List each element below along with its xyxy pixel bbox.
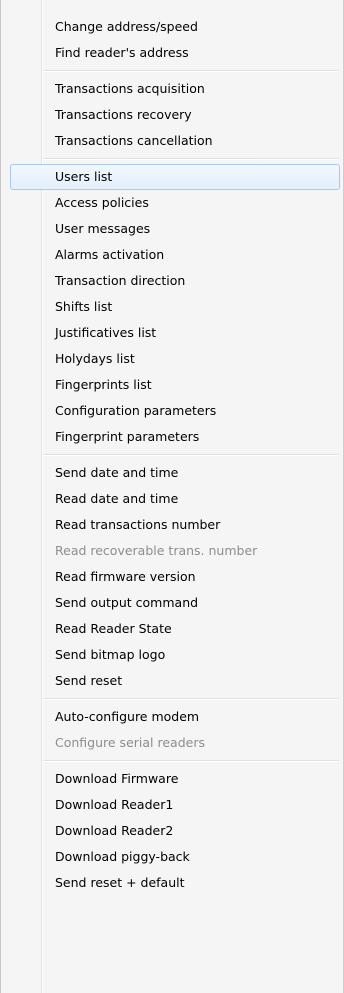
menu-item-send-reset[interactable]: Send reset [1, 668, 343, 694]
context-menu: Change address/speed Find reader's addres… [0, 0, 344, 993]
menu-item-download-firmware[interactable]: Download Firmware [1, 766, 343, 792]
menu-item-send-reset-default[interactable]: Send reset + default [1, 870, 343, 896]
menu-item-fingerprints-list[interactable]: Fingerprints list [1, 372, 343, 398]
menu-item-read-firmware-version[interactable]: Read firmware version [1, 564, 343, 590]
menu-item-transaction-direction[interactable]: Transaction direction [1, 268, 343, 294]
menu-item-read-transactions-number[interactable]: Read transactions number [1, 512, 343, 538]
menu-separator [1, 450, 343, 460]
menu-item-users-list[interactable]: Users list [10, 164, 340, 190]
menu-item-change-address-speed[interactable]: Change address/speed [1, 14, 343, 40]
menu-item-fingerprint-parameters[interactable]: Fingerprint parameters [1, 424, 343, 450]
menu-item-transactions-acquisition[interactable]: Transactions acquisition [1, 76, 343, 102]
menu-separator [1, 154, 343, 164]
menu-item-send-bitmap-logo[interactable]: Send bitmap logo [1, 642, 343, 668]
menu-item-read-recoverable-trans-number: Read recoverable trans. number [55, 543, 258, 558]
menu-item-configuration-parameters[interactable]: Configuration parameters [1, 398, 343, 424]
menu-item-download-reader1[interactable]: Download Reader1 [1, 792, 343, 818]
menu-item-configure-serial-readers: Configure serial readers [55, 735, 205, 750]
menu-item-send-date-and-time[interactable]: Send date and time [1, 460, 343, 486]
menu-item-read-reader-state[interactable]: Read Reader State [1, 616, 343, 642]
menu-item-access-policies[interactable]: Access policies [1, 190, 343, 216]
menu-item-transactions-recovery[interactable]: Transactions recovery [1, 102, 343, 128]
menu-separator [1, 694, 343, 704]
menu-item-download-reader2[interactable]: Download Reader2 [1, 818, 343, 844]
menu-item-transactions-cancellation[interactable]: Transactions cancellation [1, 128, 343, 154]
menu-item-shifts-list[interactable]: Shifts list [1, 294, 343, 320]
menu-item-find-reader-s-address[interactable]: Find reader's address [1, 40, 343, 66]
menu-item-holydays-list[interactable]: Holydays list [1, 346, 343, 372]
menu-separator [1, 66, 343, 76]
menu-separator [1, 756, 343, 766]
menu-items: Change address/speed Find reader's addres… [1, 14, 343, 896]
menu-item-auto-configure-modem[interactable]: Auto-configure modem [1, 704, 343, 730]
menu-item-download-piggy-back[interactable]: Download piggy-back [1, 844, 343, 870]
menu-item-alarms-activation[interactable]: Alarms activation [1, 242, 343, 268]
menu-item-send-output-command[interactable]: Send output command [1, 590, 343, 616]
menu-item-read-date-and-time[interactable]: Read date and time [1, 486, 343, 512]
menu-item-user-messages[interactable]: User messages [1, 216, 343, 242]
menu-item-justificatives-list[interactable]: Justificatives list [1, 320, 343, 346]
